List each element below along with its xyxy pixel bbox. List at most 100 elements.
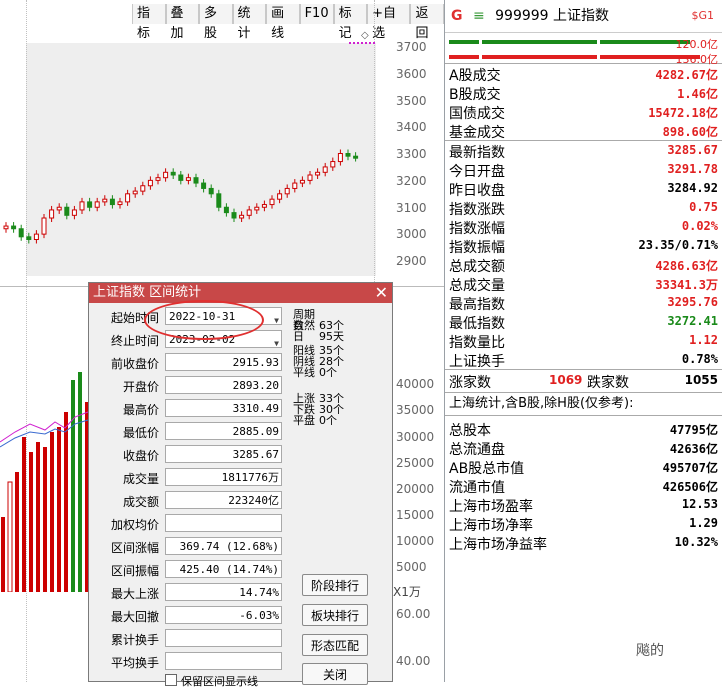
candlestick-chart xyxy=(3,149,359,244)
field-label: 累计换手 xyxy=(110,633,159,647)
green-bar xyxy=(449,40,479,44)
quote-label: 总成交量 xyxy=(449,278,505,294)
indicator-tick: 40.00 xyxy=(396,654,431,668)
menu-lines-icon[interactable]: ≡ xyxy=(473,8,485,24)
weighted-avg-field xyxy=(165,514,282,532)
volume-tick: 35000 xyxy=(396,403,435,417)
volume-tick: 15000 xyxy=(396,508,435,522)
quote-row: 总股本 47795亿 xyxy=(445,419,722,439)
interval-statistics-dialog[interactable]: 上证指数 区间统计 ✕ 起始时间 2022-10-31 ▼ 终止时间 2023-… xyxy=(88,282,393,688)
quote-label: 国债成交 xyxy=(449,106,505,122)
quote-value: 10.32% xyxy=(674,535,718,549)
stage-ranking-button[interactable]: 阶段排行 xyxy=(302,574,368,596)
quote-label: 上海市场净益率 xyxy=(449,537,547,553)
green-bar xyxy=(482,40,597,44)
volume-tick: 25000 xyxy=(396,456,435,470)
red-bar xyxy=(449,55,479,59)
quote-row: 指数量比 1.12 xyxy=(445,331,722,351)
volume-field: 1811776万 xyxy=(165,468,282,486)
quote-value: 0.75 xyxy=(689,200,718,214)
quote-row: 指数涨跌 0.75 xyxy=(445,198,722,218)
quote-label: 最低指数 xyxy=(449,316,505,332)
quote-label: 基金成交 xyxy=(449,125,505,141)
dialog-title: 上证指数 区间统计 xyxy=(93,285,202,300)
quote-value: 3284.92 xyxy=(667,181,718,195)
amount-field: 223240亿 xyxy=(165,491,282,509)
quote-value: 0.02% xyxy=(681,219,718,233)
close-icon[interactable]: ✕ xyxy=(375,283,388,303)
candle-body xyxy=(223,206,229,214)
cumulative-turnover-field xyxy=(165,629,282,647)
quote-label: 指数涨幅 xyxy=(449,221,505,237)
stat-field-row: 成交量 1811776万 xyxy=(89,468,289,488)
quote-value: 3291.78 xyxy=(667,162,718,176)
candle-body xyxy=(155,177,161,181)
volume-bar xyxy=(15,472,19,592)
keep-range-line-checkbox[interactable]: 保留区间显示线 xyxy=(165,673,258,689)
stat-field-row: 区间振幅 425.40 (14.74%) xyxy=(89,560,289,580)
quote-row: 国债成交 15472.18亿 xyxy=(445,102,722,122)
candle-body xyxy=(208,187,214,195)
candle-body xyxy=(3,225,9,230)
quote-row: 总流通盘 42636亿 xyxy=(445,438,722,458)
range-change-field: 369.74 (12.68%) xyxy=(165,537,282,555)
candle-body xyxy=(239,214,245,219)
high-price-field: 3310.49 xyxy=(165,399,282,417)
quote-label: 流通市值 xyxy=(449,480,505,496)
stat-field-row: 最低价 2885.09 xyxy=(89,422,289,442)
candle-body xyxy=(315,171,321,176)
candle-body xyxy=(94,201,100,208)
stat-flat-lines: 平线 0个 xyxy=(293,366,337,379)
candle-body xyxy=(254,206,260,211)
volume-tick: 30000 xyxy=(396,430,435,444)
quote-value: 3295.76 xyxy=(667,295,718,309)
candle-body xyxy=(322,166,328,173)
field-label: 最大回撤 xyxy=(110,610,159,624)
quote-value: 1.29 xyxy=(689,516,718,530)
quote-row: 上海市场盈率 12.53 xyxy=(445,495,722,515)
prev-close-field: 2915.93 xyxy=(165,353,282,371)
candle-body xyxy=(33,233,39,240)
candle-body xyxy=(299,179,305,184)
candle-body xyxy=(330,161,336,168)
candle-body xyxy=(185,177,191,181)
candle-body xyxy=(87,201,93,208)
checkbox-icon[interactable] xyxy=(165,674,177,686)
stat-field-row: 最高价 3310.49 xyxy=(89,399,289,419)
dropdown-arrow-icon[interactable]: ▼ xyxy=(274,312,279,330)
stat-field-row: 最大回撤 -6.03% xyxy=(89,606,289,626)
quote-panel: G ≡ 999999 上证指数 $G1 120.0亿 136.0亿 A股成交 42… xyxy=(444,0,722,682)
candle-body xyxy=(102,198,108,203)
dialog-title-bar[interactable]: 上证指数 区间统计 ✕ xyxy=(89,283,392,303)
pattern-match-button[interactable]: 形态匹配 xyxy=(302,634,368,656)
quote-row: 基金成交 898.60亿 xyxy=(445,121,722,141)
sector-ranking-button[interactable]: 板块排行 xyxy=(302,604,368,626)
dropdown-arrow-icon[interactable]: ▼ xyxy=(274,335,279,353)
candle-body xyxy=(170,171,176,176)
candle-body xyxy=(353,155,359,159)
quote-row: 最高指数 3295.76 xyxy=(445,293,722,313)
quote-label: A股成交 xyxy=(449,68,501,84)
stat-field-row: 成交额 223240亿 xyxy=(89,491,289,511)
stat-field-row: 最大上涨 14.74% xyxy=(89,583,289,603)
candle-body xyxy=(307,174,313,181)
quote-row: 总成交额 4286.63亿 xyxy=(445,255,722,275)
volume-tick: 10000 xyxy=(396,534,435,548)
quote-value: 15472.18亿 xyxy=(648,106,718,120)
quote-label: 上海市场净率 xyxy=(449,518,533,534)
volume-bar xyxy=(7,481,13,592)
field-label: 成交额 xyxy=(122,495,159,509)
quote-label: 指数振幅 xyxy=(449,240,505,256)
candle-body xyxy=(132,190,138,195)
quote-value: 1.12 xyxy=(689,333,718,347)
quote-label: B股成交 xyxy=(449,87,501,103)
candle-body xyxy=(64,206,70,216)
candle-body xyxy=(231,212,237,219)
close-price-field: 3285.67 xyxy=(165,445,282,463)
volume-bar xyxy=(71,380,75,592)
quote-label: 指数量比 xyxy=(449,335,505,351)
quote-row: 上海市场净益率 10.32% xyxy=(445,533,722,553)
field-label: 加权均价 xyxy=(110,518,159,532)
quote-value: 47795亿 xyxy=(669,423,718,437)
quote-title-bar: G ≡ 999999 上证指数 $G1 xyxy=(445,0,722,33)
